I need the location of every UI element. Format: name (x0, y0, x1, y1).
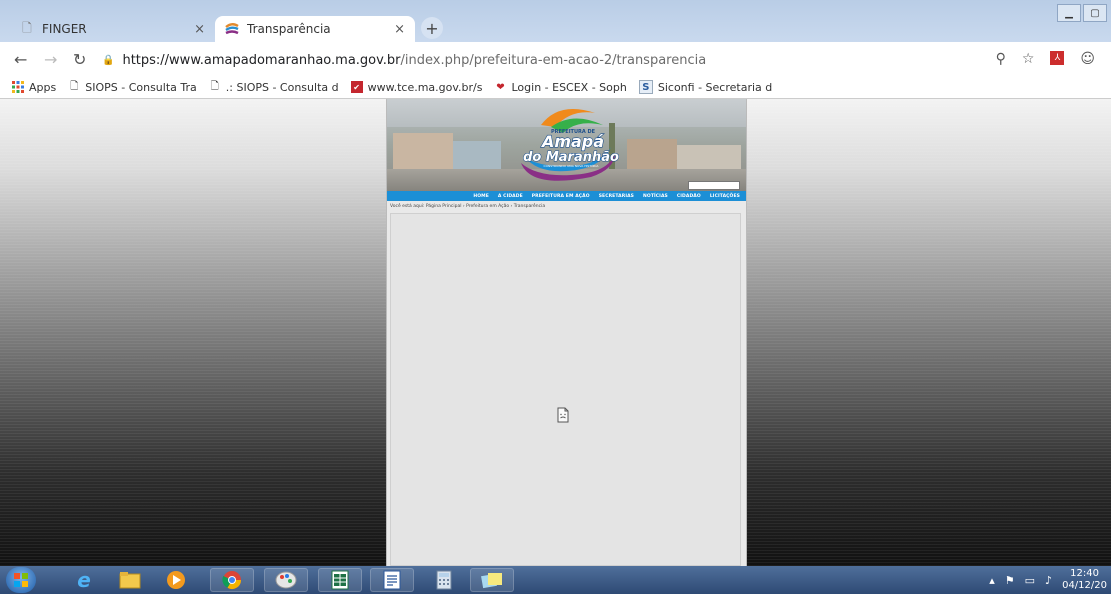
menu-item-home[interactable]: HOME (473, 194, 489, 199)
site-nav-menu: HOME A CIDADE PREFEITURA EM AÇÃO SECRETA… (387, 191, 746, 201)
taskbar-media[interactable] (154, 568, 198, 592)
bookmark-apps[interactable]: Apps (12, 81, 56, 94)
siconfi-icon: S (638, 80, 653, 94)
forward-arrow-icon[interactable]: → (44, 50, 57, 69)
site-search-input[interactable] (688, 181, 740, 190)
tray-expand-icon[interactable]: ▴ (989, 574, 995, 587)
network-icon[interactable]: ▭ (1025, 574, 1035, 587)
page-icon: 🗋 (70, 80, 79, 92)
tab-title: Transparência (247, 22, 331, 36)
reload-icon[interactable]: ↻ (73, 50, 86, 69)
close-icon[interactable]: × (194, 22, 205, 37)
taskbar-word[interactable] (370, 568, 414, 592)
taskbar-explorer[interactable] (108, 568, 152, 592)
minimize-icon[interactable]: ▁ (1057, 4, 1081, 22)
url-host: https://www.amapadomaranhao.ma.gov.br (122, 52, 401, 68)
taskbar-chrome[interactable] (210, 568, 254, 592)
menu-item-cidadao[interactable]: CIDADÃO (677, 194, 701, 199)
bookmark-siops-1[interactable]: 🗋 SIOPS - Consulta Tra (68, 81, 197, 94)
volume-icon[interactable]: ♪ (1045, 574, 1052, 587)
new-tab-button[interactable]: + (421, 17, 443, 39)
content-frame (390, 213, 741, 566)
book-icon: ❤ (496, 81, 505, 93)
spreadsheet-icon (331, 570, 349, 590)
address-bar[interactable]: 🔒 https://www.amapadomaranhao.ma.gov.br /… (102, 48, 962, 72)
bookmark-label: www.tce.ma.gov.br/s (367, 80, 483, 94)
system-tray: ▴ ⚑ ▭ ♪ 12:40 04/12/20 (989, 566, 1111, 594)
paint-icon (275, 571, 297, 589)
close-icon[interactable]: × (394, 22, 405, 37)
windows-logo-icon (14, 573, 28, 587)
tab-strip: 🗋 FINGER × Transparência × + ▁ ▢ (0, 0, 1111, 42)
start-button[interactable] (6, 567, 36, 593)
bookmark-label: .: SIOPS - Consulta d (225, 80, 339, 94)
clock-time: 12:40 (1070, 568, 1099, 579)
tab-finger[interactable]: 🗋 FINGER × (10, 16, 215, 42)
maximize-icon[interactable]: ▢ (1083, 4, 1107, 22)
menu-item-prefeitura-em-acao[interactable]: PREFEITURA EM AÇÃO (532, 194, 590, 199)
flag-icon[interactable]: ⚑ (1005, 574, 1015, 587)
internet-explorer-icon: e (77, 568, 91, 592)
lock-icon: 🔒 (102, 54, 115, 66)
zoom-icon[interactable]: ⚲ (996, 51, 1006, 67)
sticky-notes-icon (481, 573, 502, 589)
bookmark-siops-2[interactable]: 🗋 .: SIOPS - Consulta d (209, 81, 339, 94)
tab-transparencia[interactable]: Transparência × (215, 16, 415, 42)
profile-icon[interactable]: ☺ (1080, 51, 1095, 67)
media-player-icon (167, 571, 185, 589)
page-icon: 🗋 (210, 80, 219, 92)
taskbar-paint[interactable] (264, 568, 308, 592)
bookmark-escex[interactable]: ❤ Login - ESCEX - Soph (494, 80, 627, 94)
folder-icon (119, 572, 141, 589)
bookmark-label: Siconfi - Secretaria d (657, 80, 773, 94)
bookmark-star-icon[interactable]: ☆ (1022, 51, 1035, 67)
logo-slogan: CONSTRUINDO UMA NOVA HISTÓRIA (544, 163, 600, 168)
logo-line1: Amapá (540, 132, 604, 151)
taskbar-ie[interactable]: e (62, 568, 106, 592)
broken-plugin-icon (557, 407, 569, 423)
bookmark-label: Login - ESCEX - Soph (511, 80, 627, 94)
window-controls: ▁ ▢ (1057, 4, 1107, 22)
document-icon (383, 570, 401, 590)
address-toolbar: ← → ↻ 🔒 https://www.amapadomaranhao.ma.g… (0, 42, 1111, 76)
clock-date: 04/12/20 (1062, 580, 1107, 591)
menu-item-licitacoes[interactable]: LICITAÇÕES (710, 194, 740, 199)
menu-item-secretarias[interactable]: SECRETARIAS (599, 194, 634, 199)
browser-chrome: 🗋 FINGER × Transparência × + ▁ ▢ ← → ↻ 🔒… (0, 0, 1111, 99)
url-path: /index.php/prefeitura-em-acao-2/transpar… (400, 52, 707, 68)
bookmarks-bar: Apps 🗋 SIOPS - Consulta Tra 🗋 .: SIOPS -… (0, 76, 1111, 99)
menu-item-a-cidade[interactable]: A CIDADE (498, 194, 523, 199)
taskbar-calculator[interactable] (422, 568, 466, 592)
bookmark-label: SIOPS - Consulta Tra (85, 80, 197, 94)
tab-title: FINGER (42, 22, 87, 36)
bookmark-siconfi[interactable]: S Siconfi - Secretaria d (638, 80, 773, 94)
site-favicon-icon (225, 22, 239, 36)
clock[interactable]: 12:40 04/12/20 (1062, 568, 1107, 592)
bookmark-label: Apps (29, 80, 57, 94)
taskbar-sticky-notes[interactable] (470, 568, 514, 592)
menu-item-noticias[interactable]: NOTÍCIAS (643, 194, 668, 199)
page-viewport: PREFEITURA DE Amapá do Maranhão CONSTRUI… (0, 99, 1111, 566)
apps-grid-icon (12, 81, 24, 93)
site-container: PREFEITURA DE Amapá do Maranhão CONSTRUI… (386, 99, 747, 566)
page-icon: 🗋 (22, 20, 32, 35)
breadcrumb: Você está aqui: Página Principal › Prefe… (390, 204, 546, 209)
site-banner: PREFEITURA DE Amapá do Maranhão CONSTRUI… (387, 99, 746, 191)
calculator-icon (436, 570, 452, 590)
logo-line2: do Maranhão (523, 150, 619, 165)
taskbar: e ▴ ⚑ ▭ ♪ 12:40 04/12/20 (0, 566, 1111, 594)
pdf-extension-icon[interactable]: ⅄ (1050, 51, 1065, 65)
toolbar-actions: ⚲ ☆ ⅄ ☺ (996, 51, 1095, 67)
chrome-icon (222, 571, 241, 590)
back-arrow-icon[interactable]: ← (14, 50, 27, 69)
site-logo: PREFEITURA DE Amapá do Maranhão CONSTRUI… (521, 109, 619, 181)
taskbar-excel[interactable] (318, 568, 362, 592)
tce-icon: ✔ (350, 81, 363, 93)
bookmark-tce[interactable]: ✔ www.tce.ma.gov.br/s (350, 80, 483, 94)
